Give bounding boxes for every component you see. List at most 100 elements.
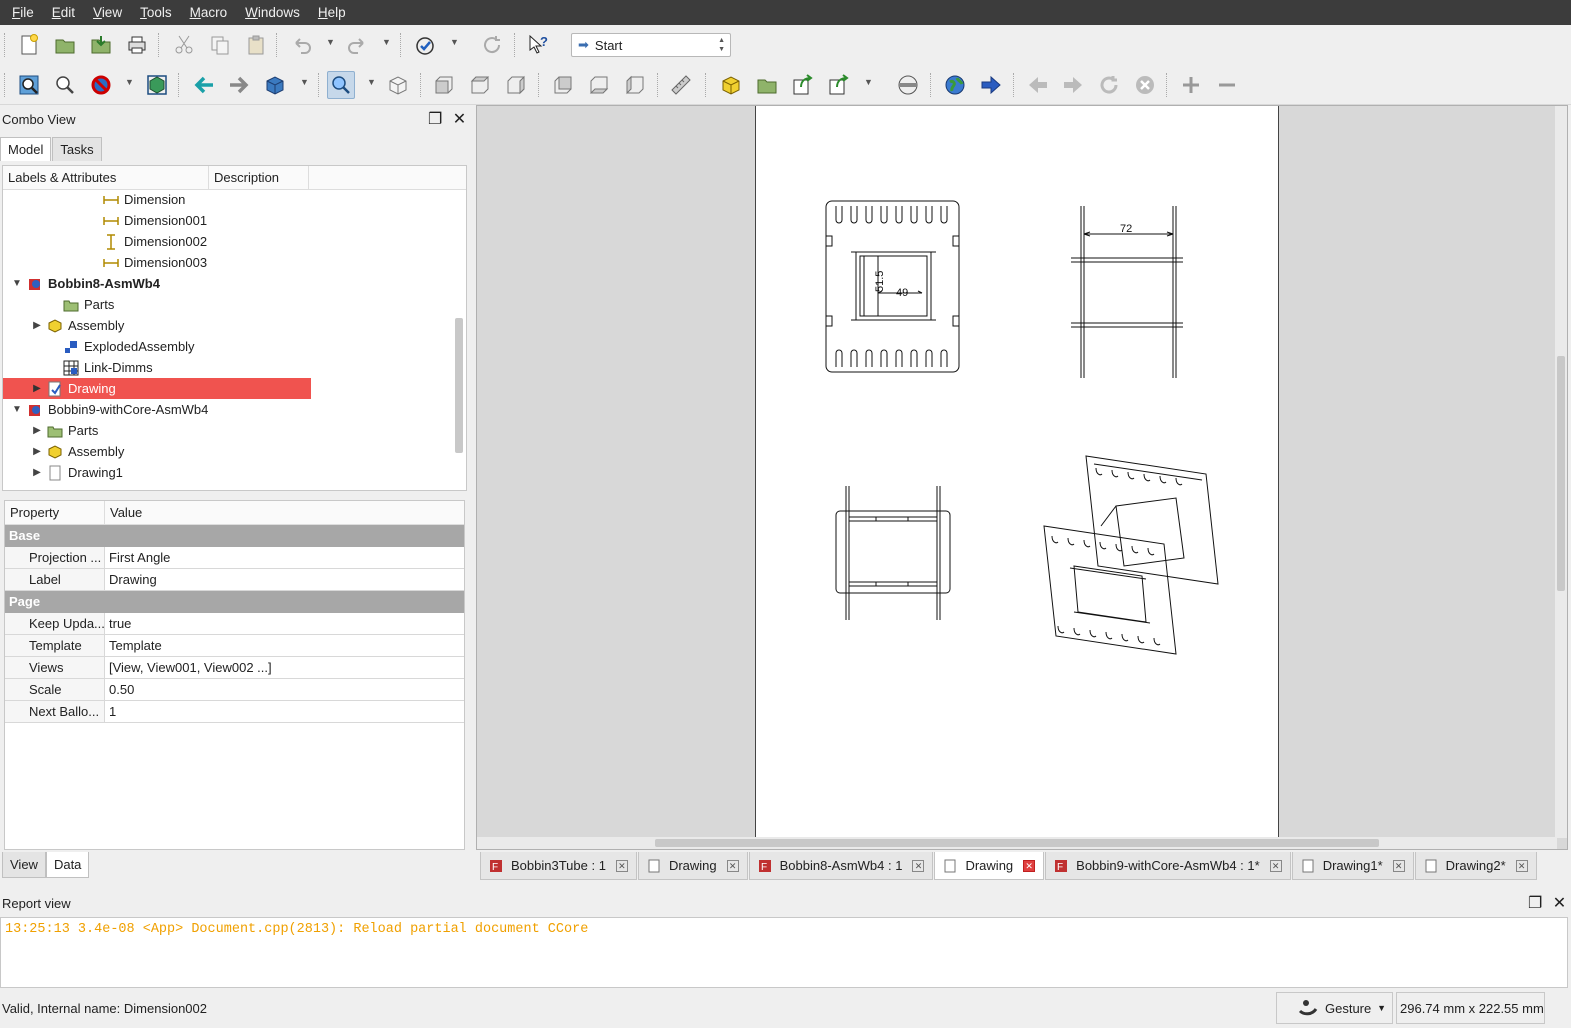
web-zoom-out-button[interactable] <box>1213 71 1241 99</box>
left-view-button[interactable] <box>621 71 649 99</box>
draw-style-button[interactable] <box>87 71 115 99</box>
collapsed-arrow-icon[interactable]: ▶ <box>31 383 43 394</box>
property-value[interactable]: Template <box>105 635 162 656</box>
web-zoom-in-button[interactable] <box>1177 71 1205 99</box>
property-group-page[interactable]: Page <box>5 591 464 613</box>
close-icon[interactable]: ✕ <box>1269 859 1282 872</box>
cut-button[interactable] <box>170 31 198 59</box>
close-icon[interactable]: ✕ <box>1392 859 1405 872</box>
property-row[interactable]: Label Drawing <box>5 569 464 591</box>
close-icon[interactable]: ✕ <box>1023 859 1036 872</box>
print-button[interactable] <box>123 31 151 59</box>
property-group-base[interactable]: Base <box>5 525 464 547</box>
web-refresh-button[interactable] <box>1095 71 1123 99</box>
menu-file[interactable]: File <box>3 0 43 25</box>
undo-dropdown-icon[interactable]: ▼ <box>326 37 335 47</box>
workbench-selector[interactable]: ➡ Start ▲ ▼ <box>571 33 731 57</box>
doc-tab[interactable]: F Bobbin9-withCore-AsmWb4 : 1* ✕ <box>1045 852 1291 880</box>
doc-tab[interactable]: Drawing2* ✕ <box>1414 852 1537 880</box>
link-dropdown-icon[interactable]: ▼ <box>864 77 873 87</box>
zoom-button[interactable] <box>327 71 355 99</box>
measure-button[interactable] <box>667 71 695 99</box>
bottom-view-button[interactable] <box>585 71 613 99</box>
save-button[interactable] <box>87 31 115 59</box>
tree-item[interactable]: Dimension002 <box>3 231 311 252</box>
tree-item[interactable]: Link-Dimms <box>3 357 311 378</box>
property-row[interactable]: Views [View, View001, View002 ...] <box>5 657 464 679</box>
tab-view[interactable]: View <box>2 852 46 878</box>
close-icon[interactable]: ✕ <box>726 859 739 872</box>
tree-item[interactable]: ExplodedAssembly <box>3 336 311 357</box>
close-icon[interactable]: ✕ <box>453 111 466 128</box>
property-row[interactable]: Next Ballo... 1 <box>5 701 464 723</box>
menu-tools[interactable]: Tools <box>131 0 181 25</box>
view-vertical-scrollbar[interactable] <box>1555 106 1567 838</box>
expanded-arrow-icon[interactable]: ▼ <box>11 278 23 289</box>
refresh-button[interactable] <box>411 31 439 59</box>
tree-item[interactable]: Dimension003 <box>3 252 311 273</box>
web-navigate-button[interactable] <box>977 71 1005 99</box>
doc-tab[interactable]: F Bobbin8-AsmWb4 : 1 ✕ <box>748 852 934 880</box>
std-views-dropdown-icon[interactable]: ▼ <box>300 77 309 87</box>
tab-data[interactable]: Data <box>45 852 90 878</box>
menu-view[interactable]: View <box>84 0 131 25</box>
collapsed-arrow-icon[interactable]: ▶ <box>31 446 43 457</box>
tree-item[interactable]: ▶ Assembly <box>3 441 311 462</box>
isometric-view-button[interactable] <box>384 71 412 99</box>
tree-item-selected[interactable]: ▶ Drawing <box>3 378 311 399</box>
close-icon[interactable]: ✕ <box>1515 859 1528 872</box>
drawing-view[interactable]: 49 51.5 72 <box>476 105 1568 850</box>
property-row[interactable]: Template Template <box>5 635 464 657</box>
menu-windows[interactable]: Windows <box>236 0 309 25</box>
copy-button[interactable] <box>206 31 234 59</box>
create-group-button[interactable] <box>753 71 781 99</box>
new-document-button[interactable] <box>15 31 43 59</box>
doc-tab[interactable]: Drawing1* ✕ <box>1291 852 1414 880</box>
menu-edit[interactable]: Edit <box>43 0 84 25</box>
menu-help[interactable]: Help <box>309 0 355 25</box>
std-views-button[interactable] <box>261 71 289 99</box>
toolbar-handle[interactable] <box>4 33 6 57</box>
float-icon[interactable]: ❐ <box>428 111 442 128</box>
tree-item[interactable]: ▶ Parts <box>3 420 311 441</box>
zoom-dropdown-icon[interactable]: ▼ <box>367 77 376 87</box>
property-value[interactable]: [View, View001, View002 ...] <box>105 657 272 678</box>
property-header-value[interactable]: Value <box>105 501 147 524</box>
forward-button[interactable] <box>225 71 253 99</box>
tab-model[interactable]: Model <box>0 137 52 161</box>
web-forward-button[interactable] <box>1059 71 1087 99</box>
back-button[interactable] <box>190 71 218 99</box>
property-value[interactable]: 1 <box>105 701 116 722</box>
tree-item[interactable]: Parts <box>3 294 311 315</box>
model-tree[interactable]: Labels & Attributes Description Dimensio… <box>2 165 467 491</box>
menu-macro[interactable]: Macro <box>181 0 237 25</box>
doc-tab[interactable]: Drawing ✕ <box>637 852 748 880</box>
section-button[interactable] <box>894 71 922 99</box>
bounding-box-button[interactable] <box>143 71 171 99</box>
make-link-button[interactable] <box>789 71 817 99</box>
property-header-key[interactable]: Property <box>5 501 105 524</box>
fit-all-button[interactable] <box>15 71 43 99</box>
rear-view-button[interactable] <box>549 71 577 99</box>
tree-header-labels[interactable]: Labels & Attributes <box>3 166 209 189</box>
create-part-button[interactable] <box>717 71 745 99</box>
recompute-button[interactable] <box>478 31 506 59</box>
doc-tab-active[interactable]: Drawing ✕ <box>934 852 1045 880</box>
top-view-button[interactable] <box>466 71 494 99</box>
redo-button[interactable] <box>343 31 371 59</box>
draw-style-dropdown-icon[interactable]: ▼ <box>125 77 134 87</box>
drawing-page[interactable]: 49 51.5 72 <box>755 106 1279 838</box>
property-value[interactable]: First Angle <box>105 547 170 568</box>
front-view-button[interactable] <box>430 71 458 99</box>
view-vertical-scrollbar-thumb[interactable] <box>1557 356 1565 591</box>
toolbar-handle[interactable] <box>4 73 6 97</box>
tree-header-description[interactable]: Description <box>209 166 309 189</box>
property-value[interactable]: Drawing <box>105 569 157 590</box>
web-back-button[interactable] <box>1024 71 1052 99</box>
paste-button[interactable] <box>242 31 270 59</box>
redo-dropdown-icon[interactable]: ▼ <box>382 37 391 47</box>
tree-item[interactable]: ▼ Bobbin9-withCore-AsmWb4 <box>3 399 311 420</box>
tree-item[interactable]: ▶ Assembly <box>3 315 311 336</box>
close-icon[interactable]: ✕ <box>912 859 925 872</box>
tree-scrollbar[interactable] <box>454 166 464 490</box>
